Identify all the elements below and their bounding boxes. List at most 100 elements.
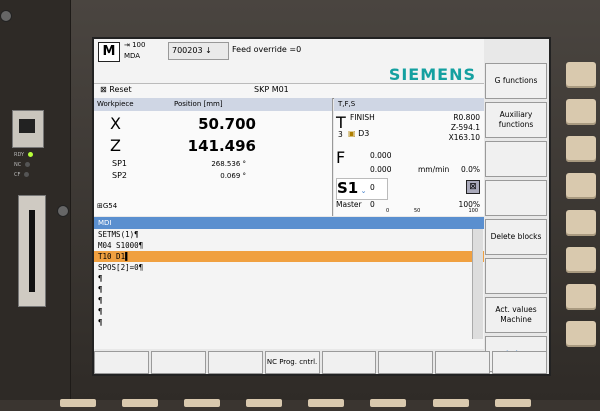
hsoftkey-prog-cntrl[interactable]: NC Prog. cntrl. [264,351,320,374]
axis-z-value: 141.496 [187,137,256,155]
hsoftkey[interactable] [435,351,491,374]
hardkey[interactable] [122,399,159,407]
tool-edge: ▣ D3 [348,129,370,138]
tfs-header: T,F,S [334,98,484,111]
workpiece-panel: Workpiece Position [mm] X 50.700 Z 141.4… [94,98,333,216]
tool-x: X163.10 [448,133,480,142]
spindle-selector[interactable]: S1 ⌄ [336,178,388,200]
softkey-empty[interactable] [485,180,547,216]
feed-letter: F [336,148,346,167]
master-label: Master [336,200,362,209]
mda-mode-icon: M [98,42,120,62]
chevron-down-icon: ⌄ [358,187,367,195]
spindle-percent: 100% [458,200,480,209]
master-value: 0 [370,200,375,209]
workpiece-header: Workpiece Position [mm] [94,98,332,111]
left-panel: RDY NC CF [0,0,71,400]
hsoftkey[interactable] [492,351,547,374]
softkey-empty[interactable] [485,141,547,177]
hsoftkey[interactable] [207,351,263,374]
siemens-logo: SIEMENS [388,65,476,84]
spindle1-value: 268.536 ° [211,160,246,168]
axis-x-value: 50.700 [198,115,256,133]
mode-label: MDA [124,52,141,60]
brand-bar: SIEMENS [94,65,484,84]
hsoftkey[interactable] [321,351,377,374]
softkey-delete-blocks[interactable]: Delete blocks [485,219,547,255]
vertical-softkeys: G functions Auxiliary functions Delete b… [485,63,547,374]
feed-value-2: 0.000 [370,165,392,174]
program-number: 700203 ↓ [168,42,229,60]
mdi-line[interactable]: ¶ [94,273,484,284]
hardkey[interactable] [432,399,469,407]
hardkey[interactable] [566,173,596,199]
hardkey[interactable] [566,136,596,162]
hardkey[interactable] [308,399,345,407]
header-bar: M ⇥ 100 MDA 700203 ↓ Feed override =0 [94,39,484,66]
hsoftkey[interactable] [94,351,149,374]
mdi-scrollbar[interactable] [472,229,483,339]
position-title: Position [mm] [174,100,223,108]
tool-radius: R0.800 [453,113,480,122]
hardkey[interactable] [184,399,221,407]
spindle-value: 0 [370,183,375,192]
mdi-line[interactable]: ¶ [94,306,484,317]
spindle-stop-icon: ⊠ [466,180,480,194]
reset-status: ⊠ Reset [100,85,132,94]
feed-percent: 0.0% [460,165,480,174]
mdi-line[interactable]: ¶ [94,317,484,328]
hsoftkey[interactable] [150,351,206,374]
hardkey[interactable] [566,62,596,88]
override-percent: ⇥ 100 [124,41,146,49]
ethernet-port [12,110,44,148]
hardkey[interactable] [566,247,596,273]
mdi-line[interactable]: ¶ [94,284,484,295]
horizontal-softkeys: NC Prog. cntrl. [94,351,549,374]
mdi-line[interactable]: SPOS[2]=0¶ [94,262,484,273]
workpiece-title: Workpiece [97,100,134,108]
mdi-line-selected[interactable]: T10 D1▌ [94,251,484,262]
hardkey[interactable] [566,99,596,125]
program-status: SKP M01 [254,85,289,94]
card-slot [18,195,46,307]
hardkey[interactable] [494,399,531,407]
tool-number: 3 [338,130,343,139]
hardkey[interactable] [566,321,596,347]
hardkey[interactable] [566,210,596,236]
hardkey[interactable] [246,399,283,407]
axis-x-label: X [110,114,121,133]
hmi-screen: M ⇥ 100 MDA 700203 ↓ Feed override =0 SI… [92,37,551,376]
hardkey[interactable] [370,399,407,407]
screw-icon [57,205,69,217]
mdi-line[interactable]: M04 S1000¶ [94,240,484,251]
axis-z-label: Z [110,136,121,155]
status-leds: RDY NC CF [14,150,34,180]
tfs-panel: T,F,S T FINISH 3 ▣ D3 R0.800 Z-594.1 X16… [334,98,484,216]
right-hardkeys [566,62,596,358]
mdi-line[interactable]: SETMS(1)¶ [94,229,484,240]
tool-name: FINISH [350,113,375,122]
channel-status: ⊠ Reset SKP M01 [94,83,484,99]
hsoftkey[interactable] [378,351,434,374]
frame-label: ⊞G54 [97,202,118,210]
tool-z: Z-594.1 [450,123,480,132]
mdi-title: MDI [94,217,484,229]
softkey-act-values-machine[interactable]: Act. values Machine [485,297,547,333]
spindle1-label: SP1 [112,159,127,168]
alarm-message: Feed override =0 [232,45,302,54]
feed-unit: mm/min [418,165,450,174]
spindle2-label: SP2 [112,171,127,180]
softkey-g-functions[interactable]: G functions [485,63,547,99]
softkey-auxiliary-functions[interactable]: Auxiliary functions [485,102,547,138]
scale-tick-0: 0 [386,208,390,214]
softkey-empty[interactable] [485,258,547,294]
mdi-line[interactable]: ¶ [94,295,484,306]
mdi-editor[interactable]: MDI SETMS(1)¶ M04 S1000¶ T10 D1▌ SPOS[2]… [94,217,484,349]
bottom-hardkeys [60,392,580,407]
screw-icon [0,10,12,22]
hardkey[interactable] [566,284,596,310]
spindle2-value: 0.069 ° [220,172,246,180]
hardkey[interactable] [60,399,96,407]
feed-value-1: 0.000 [370,151,392,160]
tool-icon: ▣ [348,129,356,138]
